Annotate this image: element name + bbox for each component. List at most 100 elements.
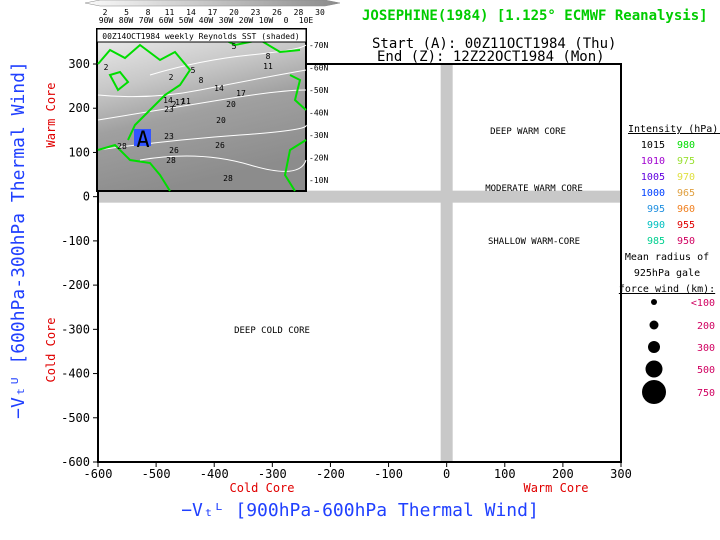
radius-legend-dot — [645, 360, 663, 378]
sst-contour-label: 28 — [166, 156, 176, 165]
radius-legend-title: Mean radius of — [625, 252, 709, 263]
sst-contour-label: 14 — [163, 96, 173, 105]
longitude-label: 90W — [99, 16, 114, 25]
radius-legend-label: 300 — [697, 343, 715, 354]
y-tick-label: -300 — [61, 322, 90, 336]
quadrant-label: DEEP COLD CORE — [234, 326, 310, 336]
longitude-label: 50W — [179, 16, 194, 25]
y-tick-label: -500 — [61, 411, 90, 425]
intensity-legend-value: 1015 — [641, 140, 665, 151]
radius-legend-title: force wind (km): — [619, 284, 715, 295]
longitude-label: 30W — [219, 16, 234, 25]
sst-contour-label: 23 — [164, 105, 174, 114]
intensity-legend-value: 975 — [677, 156, 695, 167]
phase-diagram: JOSEPHINE(1984) [1.125° ECMWF Reanalysis… — [0, 0, 720, 540]
y-tick-label: 100 — [68, 145, 90, 159]
intensity-legend-value: 960 — [677, 204, 695, 215]
radius-legend-dot — [649, 320, 659, 330]
sst-contour-label: 28 — [223, 174, 233, 183]
sst-contour-label: 5 — [191, 66, 196, 75]
x-tick-label: -600 — [84, 467, 113, 481]
colorbar-tick-label: 30 — [315, 8, 325, 17]
intensity-legend-value: 955 — [677, 220, 695, 231]
x-tick-label: -100 — [374, 467, 403, 481]
sst-contour-label: 20 — [216, 116, 226, 125]
intensity-legend-value: 1005 — [641, 172, 665, 183]
sst-contour-label: 14 — [214, 84, 224, 93]
y-tick-label: -400 — [61, 367, 90, 381]
radius-legend-dot — [648, 341, 660, 353]
radius-legend-label: 200 — [697, 321, 715, 332]
intensity-legend-value: 1010 — [641, 156, 665, 167]
longitude-label: 40W — [199, 16, 214, 25]
radius-legend-dot — [642, 380, 666, 404]
x-tick-label: 300 — [610, 467, 632, 481]
longitude-label: 10W — [259, 16, 274, 25]
y-tick-label: -100 — [61, 234, 90, 248]
sst-contour-label: 23 — [164, 132, 174, 141]
y-tick-label: 300 — [68, 57, 90, 71]
y-tick-label: -600 — [61, 455, 90, 469]
x-tick-label: -500 — [142, 467, 171, 481]
intensity-legend-value: 965 — [677, 188, 695, 199]
intensity-legend-value: 985 — [647, 236, 665, 247]
intensity-legend-value: 1000 — [641, 188, 665, 199]
x-tick-label: -200 — [316, 467, 345, 481]
radius-legend-label: 750 — [697, 388, 715, 399]
latitude-label: -40N — [309, 109, 328, 118]
x-tick-label: -400 — [200, 467, 229, 481]
x-tick-label: 0 — [443, 467, 450, 481]
latitude-label: -30N — [309, 131, 328, 140]
x-warm-core-label: Warm Core — [523, 481, 588, 495]
sst-colorbar — [84, 0, 341, 7]
x-cold-core-label: Cold Core — [229, 481, 294, 495]
y-tick-label: 200 — [68, 101, 90, 115]
start-marker: A — [136, 128, 149, 153]
x-tick-label: 100 — [494, 467, 516, 481]
x-axis-title: −Vₜᴸ [900hPa-600hPa Thermal Wind] — [181, 500, 539, 521]
intensity-legend-value: 995 — [647, 204, 665, 215]
radius-legend-title: 925hPa gale — [634, 268, 700, 279]
plot-svg: -600 -500 -400 -300 -200 -100 0 100 200 300300200… — [8, 0, 720, 521]
quadrant-label: SHALLOW WARM-CORE — [488, 237, 580, 247]
latitude-label: -70N — [309, 41, 328, 50]
inset-sst-map — [96, 28, 307, 192]
longitude-label: 10E — [299, 16, 314, 25]
quadrant-label: DEEP WARM CORE — [490, 127, 566, 137]
intensity-legend-value: 980 — [677, 140, 695, 151]
latitude-label: -60N — [309, 64, 328, 73]
intensity-legend-value: 990 — [647, 220, 665, 231]
sst-contour-label: 26 — [169, 146, 179, 155]
y-tick-label: 0 — [83, 190, 90, 204]
y-tick-label: -200 — [61, 278, 90, 292]
sst-contour-label: 11 — [263, 62, 273, 71]
sst-contour-label: 20 — [226, 100, 236, 109]
radius-legend-dot — [651, 299, 657, 305]
radius-legend-label: 500 — [697, 365, 715, 376]
sst-contour-label: 28 — [117, 142, 127, 151]
sst-contour-label: 17 — [175, 98, 185, 107]
sst-contour-label: 2 — [169, 73, 174, 82]
intensity-legend-value: 970 — [677, 172, 695, 183]
longitude-label: 70W — [139, 16, 154, 25]
latitude-label: -10N — [309, 176, 328, 185]
y-cold-core-label: Cold Core — [44, 317, 58, 382]
intensity-legend-title: Intensity (hPa): — [628, 124, 720, 135]
x-tick-label: -300 — [258, 467, 287, 481]
longitude-label: 0 — [284, 16, 289, 25]
y-axis-title: −Vₜᵁ [600hPa-300hPa Thermal Wind] — [8, 61, 29, 419]
intensity-legend-value: 950 — [677, 236, 695, 247]
x-tick-label: 200 — [552, 467, 574, 481]
latitude-label: -20N — [309, 154, 328, 163]
longitude-label: 80W — [119, 16, 134, 25]
y-warm-core-label: Warm Core — [44, 82, 58, 147]
sst-contour-label: 26 — [215, 141, 225, 150]
colorbar-tick-label: 26 — [272, 8, 282, 17]
latitude-label: -50N — [309, 86, 328, 95]
sst-contour-label: 8 — [266, 52, 271, 61]
sst-contour-label: 2 — [104, 63, 109, 72]
sst-contour-label: 17 — [236, 89, 246, 98]
inset-title: 00Z14OCT1984 weekly Reynolds SST (shaded… — [102, 32, 299, 41]
longitude-label: 60W — [159, 16, 174, 25]
sst-contour-label: 8 — [199, 76, 204, 85]
